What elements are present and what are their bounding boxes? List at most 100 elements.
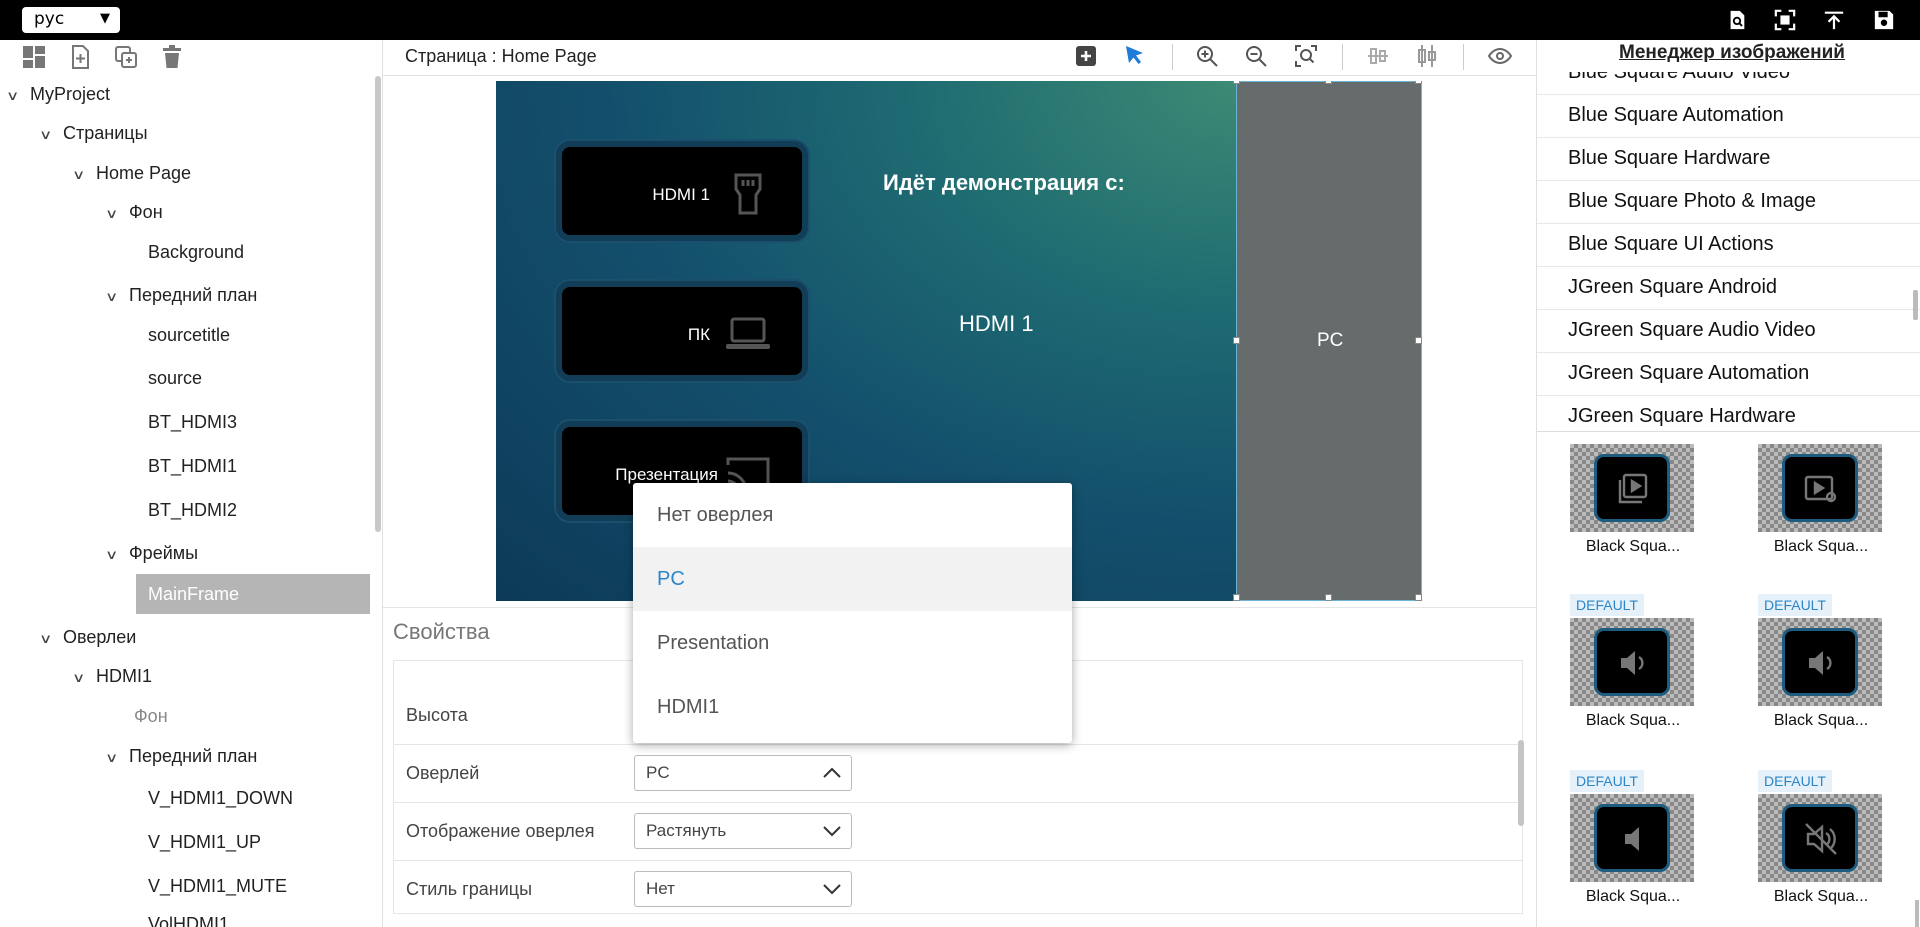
image-thumbnail[interactable]: DEFAULT Black Squa... [1563, 770, 1703, 920]
resize-handle[interactable] [1233, 81, 1240, 84]
properties-scrollbar[interactable] [1518, 740, 1524, 826]
playlist-icon [1618, 473, 1648, 504]
tree-item-foreground-group[interactable]: ∨ Передний план [105, 281, 257, 309]
image-thumbnail[interactable]: Black Squa... [1751, 420, 1891, 570]
tree-item-v-hdmi1-down[interactable]: V_HDMI1_DOWN [148, 784, 293, 812]
tree-item-mainframe[interactable]: MainFrame [136, 574, 370, 614]
default-badge: DEFAULT [1758, 770, 1832, 792]
tree-item-background[interactable]: Background [148, 238, 244, 266]
toolbar-separator [1342, 44, 1343, 70]
add-page-icon[interactable] [67, 44, 93, 70]
chevron-down-icon: ∨ [105, 750, 119, 765]
image-manager-title[interactable]: Менеджер изображений [1619, 42, 1845, 64]
thumbnail-image [1758, 444, 1882, 532]
overlay-dropdown-menu: Нет оверлея PC Presentation HDMI1 [633, 483, 1072, 743]
zoom-in-icon[interactable] [1195, 44, 1219, 68]
page-title: Страница : Home Page [405, 46, 597, 66]
zoom-fit-icon[interactable] [1294, 44, 1318, 68]
image-thumbnail[interactable]: DEFAULT Black Squa... [1751, 770, 1891, 920]
upload-icon[interactable] [1822, 9, 1846, 31]
library-item[interactable]: Blue Square Photo & Image [1537, 181, 1920, 224]
library-item[interactable]: Blue Square Automation [1537, 95, 1920, 138]
chevron-up-icon [821, 762, 843, 784]
tree-item-source[interactable]: source [148, 364, 202, 392]
tree-item-frames-group[interactable]: ∨ Фреймы [105, 539, 198, 567]
chevron-down-icon: ∨ [105, 289, 119, 304]
zoom-out-icon[interactable] [1244, 44, 1268, 68]
border-style-select[interactable]: Нет [634, 871, 852, 907]
tree-item-hdmi1[interactable]: ∨ HDMI1 [72, 662, 152, 690]
tree-item-v-hdmi1-mute[interactable]: V_HDMI1_MUTE [148, 872, 287, 900]
tree-item-v-hdmi1-up[interactable]: V_HDMI1_UP [148, 828, 261, 856]
resize-handle[interactable] [1233, 594, 1240, 601]
resize-handle[interactable] [1415, 81, 1422, 84]
tree-item-volhdmi1[interactable]: VolHDMI1 [148, 910, 229, 927]
language-select[interactable]: рус ▼ [22, 7, 120, 33]
align-vertical-icon[interactable] [1366, 44, 1390, 68]
main-frame[interactable]: PC [1236, 81, 1422, 601]
layout-icon[interactable] [21, 44, 47, 70]
chevron-down-icon: ∨ [6, 88, 20, 103]
chevron-down-icon: ∨ [39, 127, 53, 142]
save-icon[interactable] [1872, 9, 1896, 31]
resize-handle[interactable] [1325, 594, 1332, 601]
canvas-button-pc[interactable]: ПК [556, 281, 808, 381]
trash-icon[interactable] [159, 44, 185, 70]
library-item[interactable]: JGreen Square Audio Video [1537, 310, 1920, 353]
resize-handle[interactable] [1415, 337, 1422, 344]
volume-mute-icon [1805, 823, 1837, 855]
volume-low-icon [1625, 827, 1639, 851]
property-row-border-style: Стиль границы Нет [394, 861, 1522, 913]
resize-handle[interactable] [1325, 81, 1332, 84]
thumbnail-scrollbar[interactable] [1915, 900, 1919, 927]
volume-down-icon [1621, 651, 1644, 675]
project-tree: ∨ MyProject ∨ Страницы ∨ Home Page ∨ Фон Bac… [0, 76, 382, 927]
resize-handle[interactable] [1233, 337, 1240, 344]
tree-item-pages[interactable]: ∨ Страницы [39, 119, 148, 147]
tree-item-hdmi1-foreground[interactable]: ∨ Передний план [105, 742, 257, 770]
fullscreen-icon[interactable] [1773, 9, 1797, 31]
tree-item-hdmi1-background[interactable]: Фон [134, 702, 168, 730]
library-item[interactable]: JGreen Square Automation [1537, 353, 1920, 396]
tree-item-overlays[interactable]: ∨ Оверлеи [39, 623, 136, 651]
tree-item-home-page[interactable]: ∨ Home Page [72, 159, 191, 187]
divider [382, 40, 383, 927]
image-thumbnail[interactable]: DEFAULT Black Squa... [1563, 594, 1703, 744]
duplicate-icon[interactable] [113, 44, 139, 70]
tree-item-bt-hdmi2[interactable]: BT_HDMI2 [148, 496, 237, 524]
library-item[interactable]: Blue Square Hardware [1537, 138, 1920, 181]
default-badge: DEFAULT [1570, 770, 1644, 792]
overlay-display-select[interactable]: Растянуть [634, 813, 852, 849]
video-settings-icon [1804, 475, 1837, 503]
pointer-icon[interactable] [1123, 44, 1147, 68]
chevron-down-icon: ∨ [39, 631, 53, 646]
distribute-icon[interactable] [1415, 44, 1439, 68]
tree-item-sourcetitle[interactable]: sourcetitle [148, 321, 230, 349]
toolbar-separator [1172, 44, 1173, 70]
chevron-down-icon: ∨ [105, 206, 119, 221]
demo-source: HDMI 1 [959, 311, 1034, 336]
add-icon[interactable] [1074, 44, 1098, 68]
canvas-button-hdmi1[interactable]: HDMI 1 [556, 141, 808, 241]
library-item[interactable]: Blue Square Audio Video [1537, 72, 1920, 95]
divider [383, 75, 1536, 76]
dropdown-option-pc[interactable]: PC [633, 547, 1072, 611]
resize-handle[interactable] [1415, 594, 1422, 601]
dropdown-option-no-overlay[interactable]: Нет оверлея [633, 483, 1072, 547]
tree-item-bt-hdmi3[interactable]: BT_HDMI3 [148, 408, 237, 436]
tree-scrollbar[interactable] [375, 76, 381, 532]
preview-eye-icon[interactable] [1487, 44, 1513, 68]
dropdown-option-hdmi1[interactable]: HDMI1 [633, 675, 1072, 739]
library-item[interactable]: JGreen Square Android [1537, 267, 1920, 310]
library-item[interactable]: Blue Square UI Actions [1537, 224, 1920, 267]
tree-item-bt-hdmi1[interactable]: BT_HDMI1 [148, 452, 237, 480]
overlay-select[interactable]: PC [634, 755, 852, 791]
dropdown-option-presentation[interactable]: Presentation [633, 611, 1072, 675]
laptop-icon [724, 311, 772, 359]
image-thumbnail[interactable]: DEFAULT Black Squa... [1751, 594, 1891, 744]
image-thumbnail[interactable]: Black Squa... [1563, 420, 1703, 570]
tree-item-background-group[interactable]: ∨ Фон [105, 198, 163, 226]
library-scrollbar[interactable] [1913, 290, 1918, 320]
tree-item-project[interactable]: ∨ MyProject [6, 80, 110, 108]
search-doc-icon[interactable] [1725, 9, 1749, 31]
